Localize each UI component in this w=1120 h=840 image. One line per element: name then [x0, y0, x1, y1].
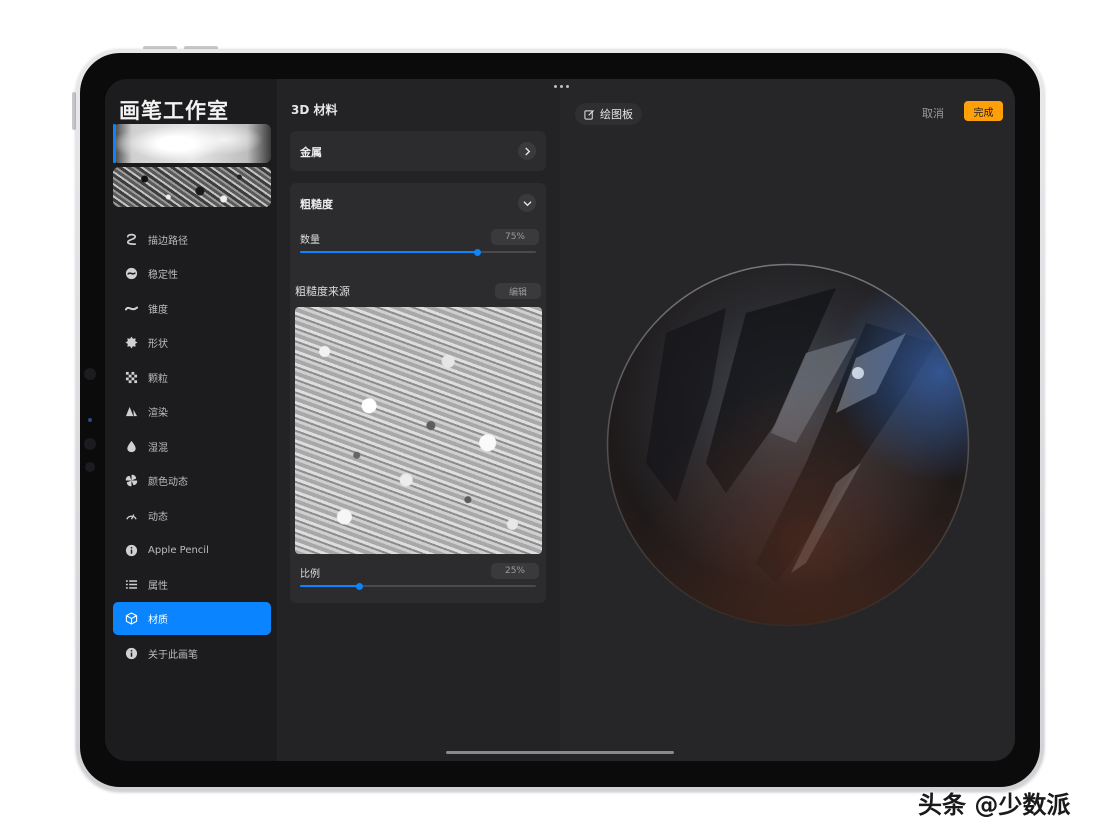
sensor-dot-2 — [85, 462, 95, 472]
material-preview-canvas: 绘图板 取消 完成 — [560, 79, 1015, 761]
ipad-screen: 画笔工作室 描边路径 稳定性 锥度 形状 颗粒 渲染 湿混 颜色动态 动态 Ap… — [105, 79, 1015, 761]
sidebar-item-label: 湿混 — [148, 443, 168, 454]
app-title: 画笔工作室 — [119, 99, 229, 123]
sidebar-item-shape[interactable]: 形状 — [113, 326, 271, 359]
sidebar-item-label: 动态 — [148, 512, 168, 523]
metal-label: 金属 — [300, 146, 322, 159]
home-indicator[interactable] — [446, 751, 674, 754]
taper-icon — [123, 301, 139, 317]
sidebar-item-color-dynamics[interactable]: 颜色动态 — [113, 464, 271, 497]
done-button[interactable]: 完成 — [964, 101, 1003, 121]
sidebar-item-label: 材质 — [148, 615, 168, 626]
scale-slider-fill — [300, 585, 359, 587]
sidebar-item-rendering[interactable]: 渲染 — [113, 395, 271, 428]
canvas-button-label: 绘图板 — [600, 108, 633, 121]
info-icon — [123, 646, 139, 662]
sidebar-item-grain[interactable]: 颗粒 — [113, 361, 271, 394]
amount-slider-fill — [300, 251, 477, 253]
sidebar-item-wet-mix[interactable]: 湿混 — [113, 430, 271, 463]
sensor-dot — [88, 418, 92, 422]
material-settings-panel: 3D 材料 金属 粗糙度 数量 75% 粗糙度来源 编辑 比例 25% — [277, 79, 560, 761]
brush-stroke-preview[interactable] — [113, 124, 271, 163]
sidebar-item-taper[interactable]: 锥度 — [113, 292, 271, 325]
dynamics-icon — [123, 508, 139, 524]
scale-label: 比例 — [300, 569, 320, 580]
sidebar-item-about-brush[interactable]: 关于此画笔 — [113, 637, 271, 670]
sidebar-item-stabilization[interactable]: 稳定性 — [113, 257, 271, 290]
cancel-button[interactable]: 取消 — [922, 105, 944, 121]
stabilization-icon — [123, 266, 139, 282]
sidebar: 画笔工作室 描边路径 稳定性 锥度 形状 颗粒 渲染 湿混 颜色动态 动态 Ap… — [105, 79, 277, 761]
color-dynamics-icon — [123, 473, 139, 489]
multitask-dots-icon[interactable] — [554, 85, 569, 88]
cube-icon — [123, 611, 139, 627]
chevron-right-icon[interactable] — [518, 142, 536, 160]
roughness-label: 粗糙度 — [300, 198, 333, 211]
amount-value[interactable]: 75% — [491, 229, 539, 245]
roughness-source-label: 粗糙度来源 — [295, 285, 350, 298]
stroke-path-icon — [123, 232, 139, 248]
camera-dot — [84, 368, 96, 380]
camera-dot-2 — [84, 438, 96, 450]
info-icon — [123, 543, 139, 559]
amount-label: 数量 — [300, 235, 320, 246]
sidebar-item-label: 颜色动态 — [148, 477, 188, 488]
sidebar-item-dynamics[interactable]: 动态 — [113, 499, 271, 532]
material-preview-sphere[interactable] — [606, 263, 970, 627]
brush-texture-preview[interactable] — [113, 167, 271, 207]
sidebar-item-label: 颗粒 — [148, 374, 168, 385]
metal-row[interactable]: 金属 — [290, 131, 546, 171]
scale-slider[interactable] — [300, 582, 536, 590]
preview-selection-indicator — [113, 124, 116, 163]
sidebar-item-label: 描边路径 — [148, 236, 188, 247]
wet-mix-icon — [123, 439, 139, 455]
shape-icon — [123, 335, 139, 351]
properties-icon — [123, 577, 139, 593]
sidebar-item-label: 稳定性 — [148, 270, 178, 281]
sidebar-item-label: 形状 — [148, 339, 168, 350]
sidebar-item-properties[interactable]: 属性 — [113, 568, 271, 601]
chevron-down-icon[interactable] — [518, 194, 536, 212]
grain-icon — [123, 370, 139, 386]
sidebar-item-apple-pencil[interactable]: Apple Pencil — [113, 534, 271, 567]
panel-title: 3D 材料 — [291, 103, 338, 117]
edit-icon — [584, 109, 595, 120]
sidebar-item-label: 关于此画笔 — [148, 650, 198, 661]
amount-slider[interactable] — [300, 248, 536, 256]
sidebar-item-label: Apple Pencil — [148, 545, 209, 556]
sidebar-item-material[interactable]: 材质 — [113, 602, 271, 635]
sidebar-item-label: 属性 — [148, 581, 168, 592]
roughness-texture-image[interactable] — [295, 307, 542, 554]
watermark: 头条 @少数派 — [918, 791, 1071, 819]
scale-slider-thumb[interactable] — [355, 582, 363, 590]
rendering-icon — [123, 404, 139, 420]
scale-value[interactable]: 25% — [491, 563, 539, 579]
amount-slider-thumb[interactable] — [473, 248, 481, 256]
canvas-button[interactable]: 绘图板 — [575, 103, 642, 125]
edit-button[interactable]: 编辑 — [495, 283, 541, 299]
sidebar-item-label: 锥度 — [148, 305, 168, 316]
sidebar-item-label: 渲染 — [148, 408, 168, 419]
sidebar-item-stroke-path[interactable]: 描边路径 — [113, 223, 271, 256]
